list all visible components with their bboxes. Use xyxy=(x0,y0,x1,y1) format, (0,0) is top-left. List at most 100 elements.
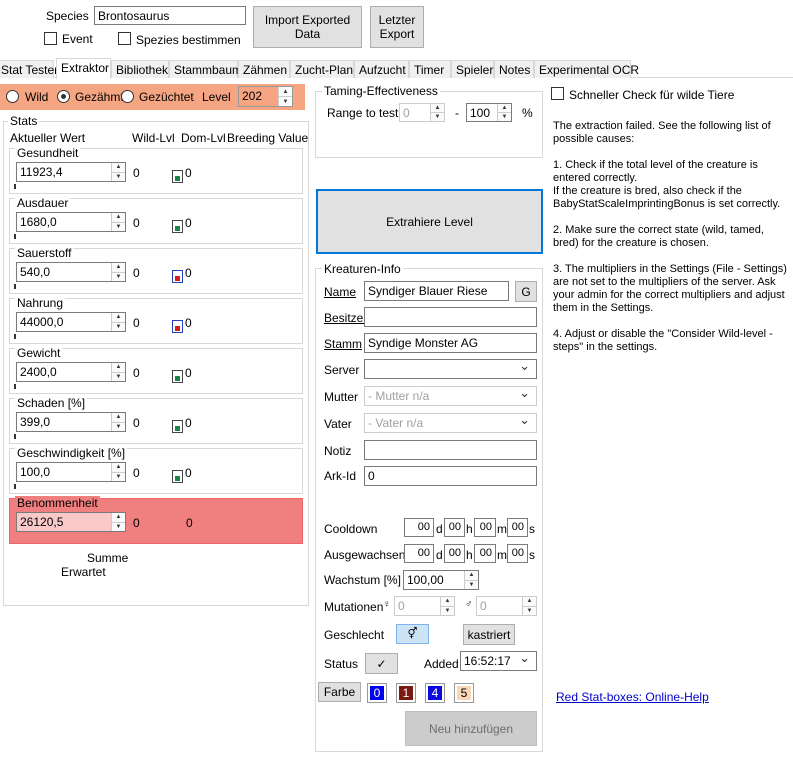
species-input[interactable]: Brontosaurus xyxy=(94,6,246,25)
stat-lock-icon[interactable] xyxy=(172,270,183,283)
stat-value-spinner[interactable]: ▲ ▼ xyxy=(111,513,125,531)
color-region-button[interactable]: 5 xyxy=(454,683,474,703)
tab-1[interactable]: Extraktor xyxy=(56,58,111,79)
stat-value-input[interactable]: 1680,0 ▲ ▼ xyxy=(16,212,126,232)
stat-value-spinner[interactable]: ▲ ▼ xyxy=(111,213,125,231)
quick-check-label: Schneller Check für wilde Tiere xyxy=(569,88,735,102)
grown-d-unit: d xyxy=(436,548,443,562)
stat-lock-icon[interactable] xyxy=(172,220,183,233)
color-button[interactable]: Farbe xyxy=(318,682,361,702)
online-help-link[interactable]: Red Stat-boxes: Online-Help xyxy=(556,690,709,704)
stat-value-spinner[interactable]: ▲ ▼ xyxy=(111,313,125,331)
last-export-button[interactable]: Letzter Export xyxy=(370,6,424,48)
extract-level-button[interactable]: Extrahiere Level xyxy=(316,189,543,254)
neutered-button[interactable]: kastriert xyxy=(463,624,515,645)
grown-hours[interactable]: 00 xyxy=(444,544,465,563)
creature-info-title: Kreaturen-Info xyxy=(322,262,403,276)
tab-6[interactable]: Aufzucht xyxy=(354,60,409,78)
sex-button[interactable]: ⚥ xyxy=(396,624,429,644)
name-label[interactable]: Name xyxy=(324,285,356,299)
stat-value-spinner[interactable]: ▲ ▼ xyxy=(111,463,125,481)
stat-name: Gewicht xyxy=(15,346,63,360)
tab-9[interactable]: Notes xyxy=(494,60,534,78)
server-dropdown[interactable] xyxy=(364,359,537,379)
growth-input[interactable]: 100,00 ▲ ▼ xyxy=(403,570,479,590)
status-button[interactable]: ✓ xyxy=(365,653,398,674)
stat-value-input[interactable]: 100,0 ▲ ▼ xyxy=(16,462,126,482)
range-min-input[interactable]: 0 ▲ ▼ xyxy=(399,103,445,122)
tab-3[interactable]: Stammbaum xyxy=(169,60,242,78)
tab-5[interactable]: Zucht-Plan xyxy=(290,60,354,78)
growth-spinner[interactable]: ▲ ▼ xyxy=(464,571,478,589)
import-exported-data-button[interactable]: Import Exported Data xyxy=(253,6,362,48)
tab-8[interactable]: Spieler xyxy=(451,60,494,78)
tab-0[interactable]: Stat Tester xyxy=(0,60,58,78)
mother-dropdown[interactable]: - Mutter n/a xyxy=(364,386,537,406)
stat-value-spinner[interactable]: ▲ ▼ xyxy=(111,413,125,431)
stat-value-input[interactable]: 2400,0 ▲ ▼ xyxy=(16,362,126,382)
color-region-button[interactable]: 1 xyxy=(396,683,416,703)
event-checkbox[interactable] xyxy=(44,32,57,45)
mutations-mother-spinner[interactable]: ▲ ▼ xyxy=(440,597,454,615)
stat-value-spinner[interactable]: ▲ ▼ xyxy=(111,363,125,381)
grown-seconds[interactable]: 00 xyxy=(507,544,528,563)
range-max-spinner[interactable]: ▲ ▼ xyxy=(497,104,511,121)
stat-value-input[interactable]: 11923,4 ▲ ▼ xyxy=(16,162,126,182)
status-label: Status xyxy=(324,657,359,671)
name-input[interactable]: Syndiger Blauer Riese xyxy=(364,281,509,301)
grown-minutes[interactable]: 00 xyxy=(474,544,496,563)
tab-4[interactable]: Zähmen xyxy=(238,60,290,78)
stat-value-spinner[interactable]: ▲ ▼ xyxy=(111,263,125,281)
determine-species-checkbox[interactable] xyxy=(118,32,131,45)
tribe-label[interactable]: Stamm xyxy=(324,337,362,351)
stat-lock-icon[interactable] xyxy=(172,170,183,183)
stat-lock-icon[interactable] xyxy=(172,420,183,433)
cooldown-label: Cooldown xyxy=(324,522,378,536)
cooldown-seconds[interactable]: 00 xyxy=(507,518,528,537)
event-label: Event xyxy=(62,32,93,46)
stat-level-bar xyxy=(14,334,16,339)
stat-value-input[interactable]: 26120,5 ▲ ▼ xyxy=(16,512,126,532)
stat-value-input[interactable]: 540,0 ▲ ▼ xyxy=(16,262,126,282)
cooldown-days[interactable]: 00 xyxy=(404,518,434,537)
note-label: Notiz xyxy=(324,444,352,458)
tab-7[interactable]: Timer xyxy=(409,60,451,78)
level-spinner[interactable]: ▲ ▼ xyxy=(278,87,292,106)
color-region-button[interactable]: 4 xyxy=(425,683,445,703)
cooldown-hours[interactable]: 00 xyxy=(444,518,465,537)
cooldown-minutes[interactable]: 00 xyxy=(474,518,496,537)
owner-input[interactable] xyxy=(364,307,537,327)
stat-value-input[interactable]: 44000,0 ▲ ▼ xyxy=(16,312,126,332)
range-min-spinner[interactable]: ▲ ▼ xyxy=(430,104,444,121)
stat-name: Ausdauer xyxy=(15,196,71,210)
quick-check-checkbox[interactable] xyxy=(551,87,564,100)
stat-level-bar xyxy=(14,284,16,289)
stat-value-spinner[interactable]: ▲ ▼ xyxy=(111,163,125,181)
added-label: Added xyxy=(424,657,459,671)
tamed-radio[interactable] xyxy=(57,90,70,103)
mutations-father-spinner[interactable]: ▲ ▼ xyxy=(522,597,536,615)
father-dropdown[interactable]: - Vater n/a xyxy=(364,413,537,433)
help-paragraph: 3. The multipliers in the Settings (File… xyxy=(553,263,787,314)
bred-radio[interactable] xyxy=(121,90,134,103)
level-input[interactable]: 202 ▲ ▼ xyxy=(238,86,293,107)
grown-days[interactable]: 00 xyxy=(404,544,434,563)
stat-value-input[interactable]: 399,0 ▲ ▼ xyxy=(16,412,126,432)
wild-radio[interactable] xyxy=(6,90,19,103)
generate-name-button[interactable]: G xyxy=(515,281,537,302)
added-datetime[interactable]: 16:52:17 xyxy=(460,651,537,671)
ark-id-input[interactable]: 0 xyxy=(364,466,537,486)
stat-lock-icon[interactable] xyxy=(172,470,183,483)
mutations-mother-input[interactable]: 0 ▲ ▼ xyxy=(394,596,455,616)
owner-label[interactable]: Besitzer xyxy=(324,311,367,325)
color-region-button[interactable]: 0 xyxy=(367,683,387,703)
tab-2[interactable]: Bibliothek xyxy=(111,60,169,78)
tribe-input[interactable]: Syndige Monster AG xyxy=(364,333,537,353)
tab-10[interactable]: Experimental OCR xyxy=(534,60,639,78)
mutations-father-input[interactable]: 0 ▲ ▼ xyxy=(476,596,537,616)
range-max-input[interactable]: 100 ▲ ▼ xyxy=(466,103,512,122)
stat-lock-icon[interactable] xyxy=(172,320,183,333)
stat-lock-icon[interactable] xyxy=(172,370,183,383)
add-new-button[interactable]: Neu hinzufügen xyxy=(405,711,537,746)
note-input[interactable] xyxy=(364,440,537,460)
